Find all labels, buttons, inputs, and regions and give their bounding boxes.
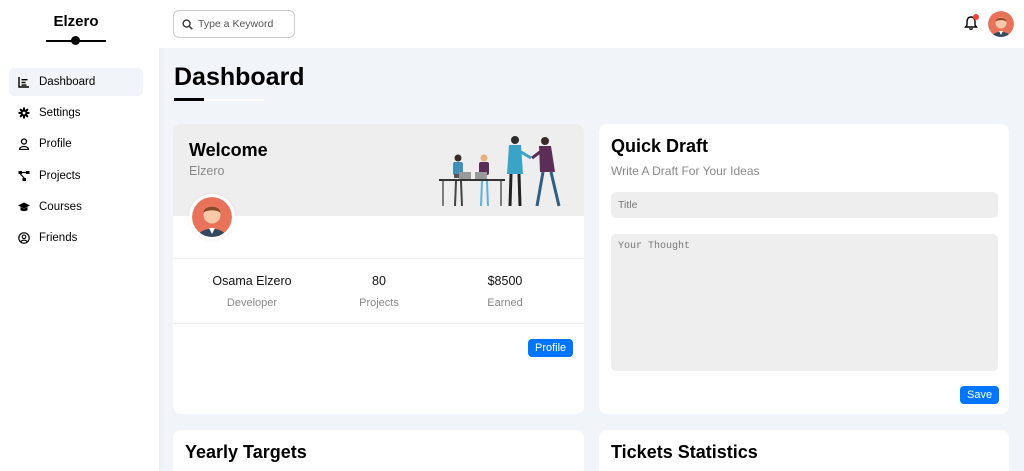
draft-body-textarea[interactable] [611, 234, 998, 371]
search-box[interactable] [173, 10, 295, 38]
team-illustration [439, 136, 561, 207]
stat-name: Osama Elzero Developer [182, 274, 322, 309]
avatar[interactable] [988, 11, 1014, 37]
graduation-cap-icon [18, 201, 30, 213]
sidebar-item-label: Friends [39, 231, 78, 244]
brand-name: Elzero [53, 13, 99, 30]
user-circle-icon [18, 232, 30, 244]
draft-title-input[interactable] [611, 192, 998, 218]
profile-button[interactable]: Profile [528, 339, 574, 357]
stat-label: Earned [487, 297, 523, 309]
sidebar-menu: Dashboard Settings Profile Projects Cour… [9, 68, 143, 255]
search-icon [182, 18, 193, 30]
welcome-subtitle: Elzero [189, 164, 225, 178]
top-header [159, 0, 1024, 48]
yearly-targets-card: Yearly Targets [173, 430, 584, 471]
sidebar-item-label: Projects [39, 169, 81, 182]
diagram-icon [18, 170, 30, 182]
notification-dot [973, 14, 979, 20]
tickets-statistics-card: Tickets Statistics [599, 430, 1009, 471]
chart-icon [18, 76, 30, 88]
yearly-targets-title: Yearly Targets [185, 442, 307, 462]
quick-draft-title: Quick Draft [611, 136, 709, 156]
divider [173, 323, 584, 324]
sidebar-item-projects[interactable]: Projects [9, 162, 143, 190]
tickets-statistics-title: Tickets Statistics [611, 442, 758, 462]
sidebar-item-label: Courses [39, 200, 82, 213]
quick-draft-card: Quick Draft Write A Draft For Your Ideas… [599, 124, 1009, 414]
search-input[interactable] [198, 18, 288, 30]
stat-label: Projects [359, 297, 399, 309]
brand-dot [71, 36, 80, 45]
quick-draft-subtitle: Write A Draft For Your Ideas [611, 164, 760, 178]
welcome-card: Welcome Elzero Osama Elzero Developer 80… [173, 124, 584, 414]
sidebar-item-settings[interactable]: Settings [9, 99, 143, 127]
sidebar-item-label: Profile [39, 138, 72, 151]
page-title: Dashboard [174, 63, 305, 91]
title-underline-accent [174, 98, 204, 101]
stat-value: $8500 [487, 274, 523, 288]
stat-projects: 80 Projects [309, 274, 449, 309]
sidebar: Elzero Dashboard Settings Profile Projec… [0, 0, 159, 471]
save-button[interactable]: Save [960, 386, 1000, 404]
stat-value: Osama Elzero [212, 274, 292, 288]
gear-icon [18, 107, 30, 119]
welcome-title: Welcome [189, 140, 268, 160]
user-icon [18, 138, 30, 151]
sidebar-item-label: Dashboard [39, 76, 96, 88]
sidebar-item-label: Settings [39, 107, 81, 120]
sidebar-item-dashboard[interactable]: Dashboard [9, 68, 143, 96]
divider [173, 258, 584, 259]
welcome-header: Welcome Elzero [173, 124, 584, 216]
stat-value: 80 [372, 274, 386, 288]
notification-button[interactable] [963, 14, 979, 31]
sidebar-item-profile[interactable]: Profile [9, 130, 143, 158]
sidebar-item-friends[interactable]: Friends [9, 224, 143, 252]
sidebar-item-courses[interactable]: Courses [9, 193, 143, 221]
stat-label: Developer [226, 297, 278, 309]
avatar[interactable] [189, 194, 235, 240]
stat-earned: $8500 Earned [435, 274, 575, 309]
